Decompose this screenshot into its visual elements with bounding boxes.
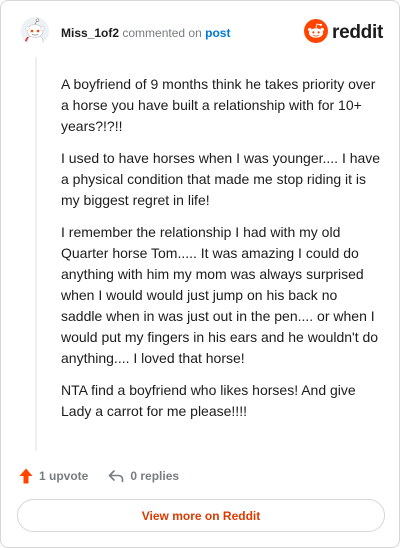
reddit-wordmark: reddit	[332, 22, 383, 43]
comment-paragraph: I used to have horses when I was younger…	[61, 150, 381, 208]
commented-on-text: commented on	[122, 26, 202, 40]
snoo-avatar-icon[interactable]	[21, 17, 49, 45]
replies-count: 0 replies	[130, 469, 180, 483]
upvote-button[interactable]: 1 upvote	[19, 468, 88, 484]
username-link[interactable]: Miss_1of2	[61, 26, 119, 40]
comment-paragraph: I remember the relationship I had with m…	[61, 224, 379, 366]
post-link[interactable]: post	[205, 26, 230, 40]
comment-paragraph: NTA find a boyfriend who likes horses! A…	[61, 382, 356, 419]
comment-embed-card: Miss_1of2 commented on post reddit A boy…	[0, 0, 400, 548]
reddit-logo-icon	[304, 18, 329, 48]
comment-meta: Miss_1of2 commented on post	[61, 26, 230, 40]
reddit-brand[interactable]: reddit	[304, 18, 383, 48]
thread-line	[35, 57, 37, 451]
comment-actions: 1 upvote 0 replies	[19, 465, 179, 487]
upvote-count: 1 upvote	[39, 469, 89, 483]
comment-body: A boyfriend of 9 months think he takes p…	[61, 74, 381, 433]
view-more-button[interactable]: View more on Reddit	[17, 499, 385, 532]
comment-paragraph: A boyfriend of 9 months think he takes p…	[61, 76, 376, 134]
upvote-arrow-icon	[19, 468, 33, 484]
replies-button[interactable]: 0 replies	[108, 469, 179, 483]
comment-header: Miss_1of2 commented on post reddit	[19, 15, 383, 51]
reply-arrow-icon	[108, 469, 124, 483]
view-more-label: View more on Reddit	[141, 508, 261, 523]
